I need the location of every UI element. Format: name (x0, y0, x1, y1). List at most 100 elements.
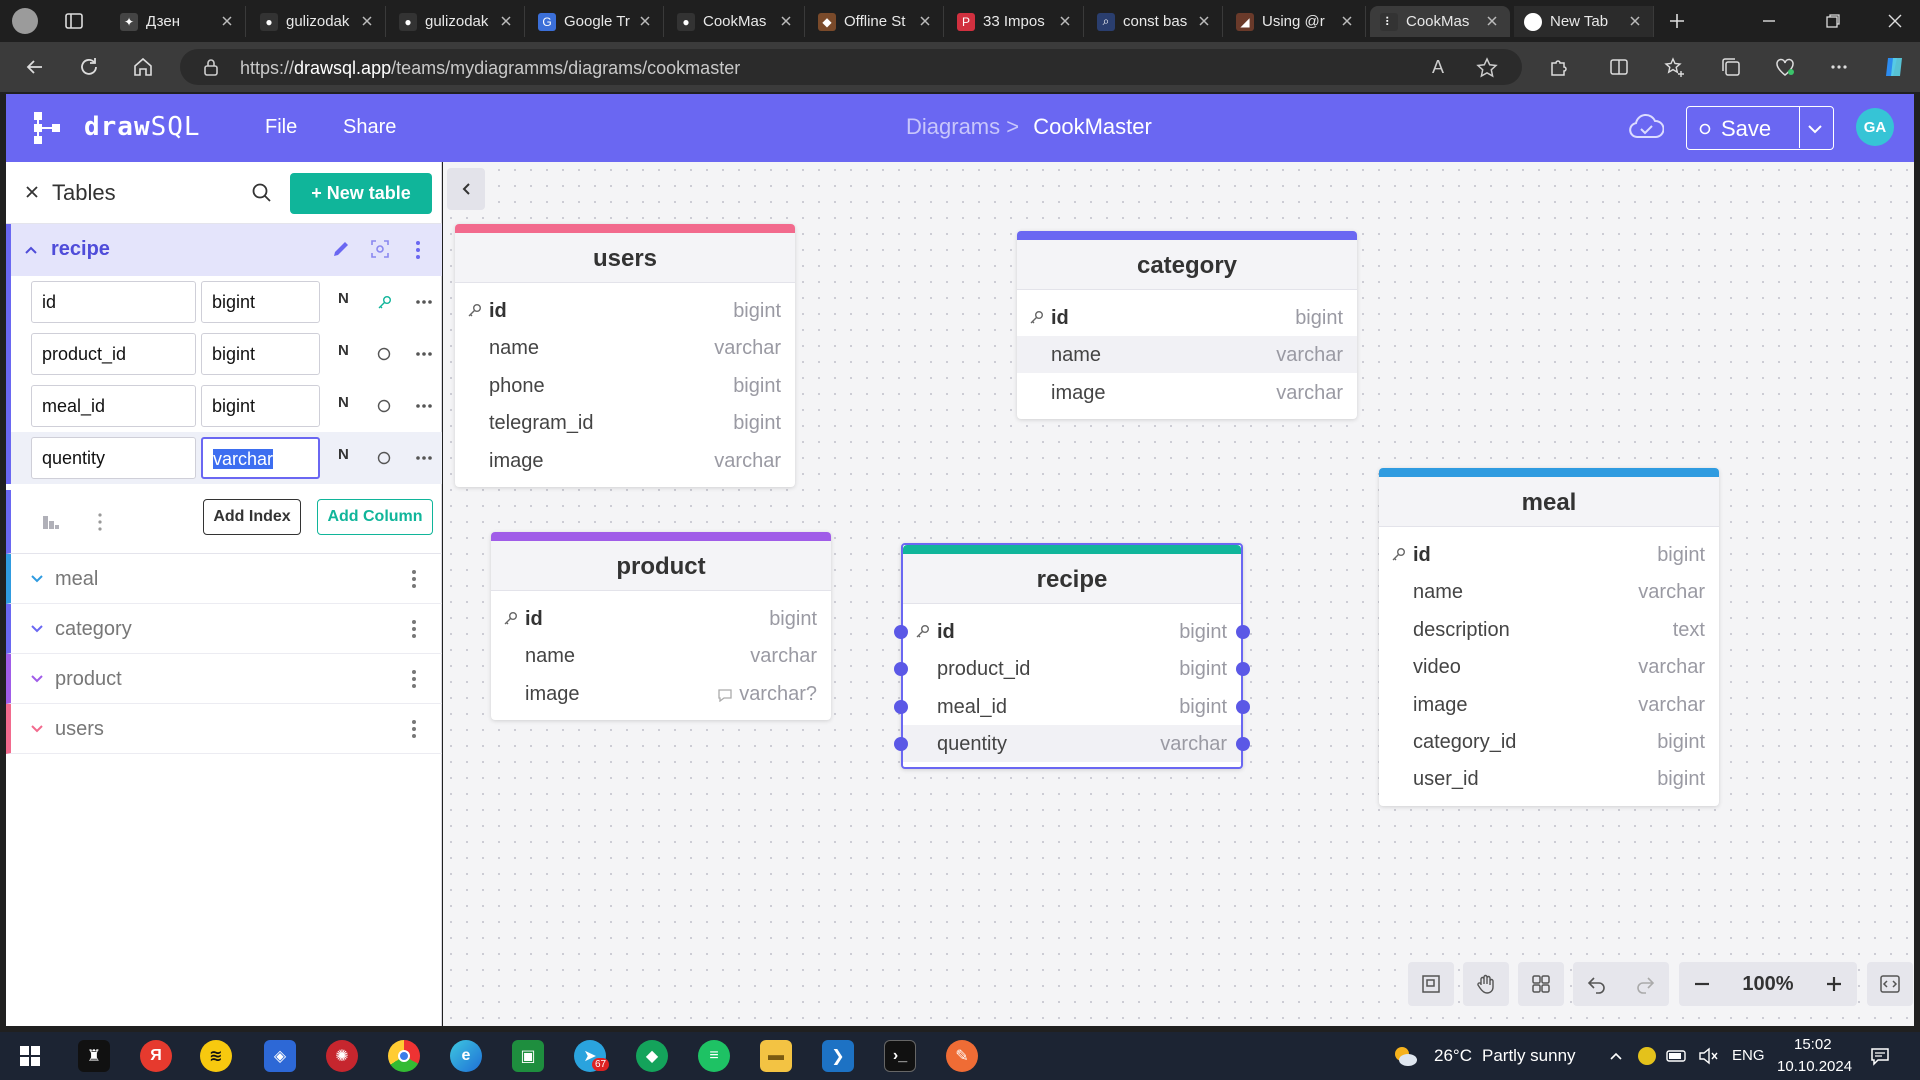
diagram-table-recipe[interactable]: recipe id bigint product_id bigint meal_id big… (894, 543, 1250, 769)
table-column-row[interactable]: image varchar (1379, 686, 1719, 723)
table-column-row[interactable]: id bigint (1017, 299, 1357, 336)
tab-close-icon[interactable] (1059, 15, 1073, 29)
read-aloud-icon[interactable]: A (1432, 57, 1444, 78)
extensions-button[interactable] (1544, 52, 1574, 82)
vscode-icon[interactable]: ❯ (822, 1040, 854, 1072)
more-actions-kebab-icon[interactable] (97, 512, 103, 532)
column-more-icon[interactable] (413, 343, 435, 365)
postman-icon[interactable]: ✎ (946, 1040, 978, 1072)
table-column-row[interactable]: id bigint (491, 600, 831, 637)
connection-handle-left[interactable] (894, 699, 908, 714)
table-column-row[interactable]: name varchar (491, 637, 831, 674)
table-column-row[interactable]: name varchar (1017, 336, 1357, 374)
tab-actions-icon[interactable] (64, 11, 84, 31)
column-name-input[interactable]: meal_id (31, 385, 196, 427)
unique-circle-icon[interactable] (373, 343, 395, 365)
table-kebab-icon[interactable] (411, 618, 417, 640)
primary-key-icon[interactable] (373, 291, 395, 313)
diagram-table-category[interactable]: category id bigint name varchar image varchar (1017, 231, 1357, 420)
sidebar-table-category[interactable]: category (6, 604, 442, 654)
zoom-in-button[interactable] (1812, 974, 1856, 994)
tab-close-icon[interactable] (361, 15, 375, 29)
clock-time[interactable]: 15:02 (1794, 1036, 1832, 1053)
browser-tab-4[interactable]: ● CookMas (667, 6, 805, 37)
tab-close-icon[interactable] (221, 15, 235, 29)
connection-handle-right[interactable] (1236, 625, 1250, 639)
diagram-table-meal[interactable]: meal id bigint name varchar description text vi… (1379, 468, 1719, 806)
weather-temp[interactable]: 26°C (1434, 1046, 1472, 1066)
column-name-input[interactable]: quentity (31, 437, 196, 479)
table-column-row[interactable]: video varchar (1379, 648, 1719, 685)
diagram-canvas[interactable]: users id bigint name varchar phone bigint teleg… (443, 162, 1914, 1026)
meet-icon[interactable]: ▣ (512, 1040, 544, 1072)
connection-handle-right[interactable] (1236, 699, 1250, 714)
table-column-row[interactable]: phone bigint (455, 367, 795, 404)
tray-app-icon[interactable] (1638, 1047, 1656, 1065)
focus-table-icon[interactable] (370, 239, 390, 259)
edit-pencil-icon[interactable] (331, 239, 351, 259)
windows-start-icon[interactable] (20, 1046, 40, 1066)
table-kebab-icon[interactable] (411, 718, 417, 740)
tab-close-icon[interactable] (919, 15, 933, 29)
defender-icon[interactable]: ◈ (264, 1040, 296, 1072)
table-kebab-icon[interactable] (411, 568, 417, 590)
table-column-row[interactable]: name varchar (455, 329, 795, 366)
browser-tab-6[interactable]: P 33 Impos (947, 6, 1084, 37)
connection-handle-right[interactable] (1236, 737, 1250, 752)
browser-tab-10[interactable]: New Tab (1514, 6, 1654, 37)
breadcrumb-diagrams[interactable]: Diagrams > (906, 114, 1019, 139)
column-type-input[interactable]: varchar (201, 437, 320, 479)
code-export-button[interactable] (1867, 962, 1913, 1006)
table-column-row[interactable]: meal_id bigint (894, 688, 1250, 725)
browser-tab-5[interactable]: ◆ Offline St (808, 6, 944, 37)
connection-handle-left[interactable] (894, 662, 908, 677)
lock-icon[interactable] (202, 58, 220, 76)
address-bar[interactable]: https://drawsql.app/teams/mydiagramms/di… (180, 49, 1522, 85)
file-explorer-icon[interactable]: ▬ (760, 1040, 792, 1072)
nullable-toggle[interactable]: N (338, 394, 349, 411)
close-sidebar-icon[interactable] (24, 184, 40, 200)
notifications-icon[interactable] (1870, 1046, 1890, 1066)
table-column-row[interactable]: category_id bigint (1379, 723, 1719, 760)
file-menu[interactable]: File (265, 116, 297, 139)
green-circle-app-icon[interactable]: ≡ (698, 1040, 730, 1072)
expanded-table-header[interactable]: recipe (6, 224, 442, 276)
favorite-star-icon[interactable] (1476, 57, 1498, 79)
favorites-button[interactable] (1660, 52, 1690, 82)
user-avatar[interactable]: GA (1856, 108, 1894, 146)
zoom-out-button[interactable] (1680, 974, 1724, 994)
share-menu[interactable]: Share (343, 116, 396, 139)
table-column-row[interactable]: user_id bigint (1379, 760, 1719, 797)
zoom-level[interactable]: 100% (1724, 973, 1812, 996)
chrome-icon[interactable] (388, 1040, 420, 1072)
add-column-button[interactable]: Add Column (317, 499, 433, 535)
auto-arrange-button[interactable] (1518, 962, 1564, 1006)
redo-button[interactable] (1621, 973, 1669, 995)
browser-tab-3[interactable]: G Google Tr (528, 6, 664, 37)
beeline-icon[interactable]: ≋ (200, 1040, 232, 1072)
unique-circle-icon[interactable] (373, 447, 395, 469)
table-column-row[interactable]: quentity varchar (894, 725, 1250, 763)
save-button[interactable]: Save (1686, 106, 1834, 150)
green-drop-icon[interactable]: ◆ (636, 1040, 668, 1072)
sidebar-table-product[interactable]: product (6, 654, 442, 704)
cloud-sync-icon[interactable] (1628, 112, 1664, 142)
yandex-browser-icon[interactable]: Я (140, 1040, 172, 1072)
weather-icon[interactable] (1392, 1044, 1418, 1068)
table-column-row[interactable]: description text (1379, 611, 1719, 648)
undo-button[interactable] (1573, 973, 1621, 995)
red-app-icon[interactable]: ✺ (326, 1040, 358, 1072)
column-name-input[interactable]: product_id (31, 333, 196, 375)
table-column-row[interactable]: name varchar (1379, 573, 1719, 610)
nullable-toggle[interactable]: N (338, 342, 349, 359)
home-button[interactable] (128, 52, 158, 82)
chevron-up-icon[interactable] (23, 242, 39, 258)
tab-close-icon[interactable] (639, 15, 653, 29)
minimize-button[interactable] (1760, 12, 1778, 30)
tab-close-icon[interactable] (1486, 15, 1500, 29)
connection-handle-right[interactable] (1236, 662, 1250, 677)
maximize-button[interactable] (1824, 12, 1842, 30)
nullable-toggle[interactable]: N (338, 446, 349, 463)
column-type-input[interactable]: bigint (201, 333, 320, 375)
drawsql-logo-icon[interactable] (32, 110, 66, 146)
